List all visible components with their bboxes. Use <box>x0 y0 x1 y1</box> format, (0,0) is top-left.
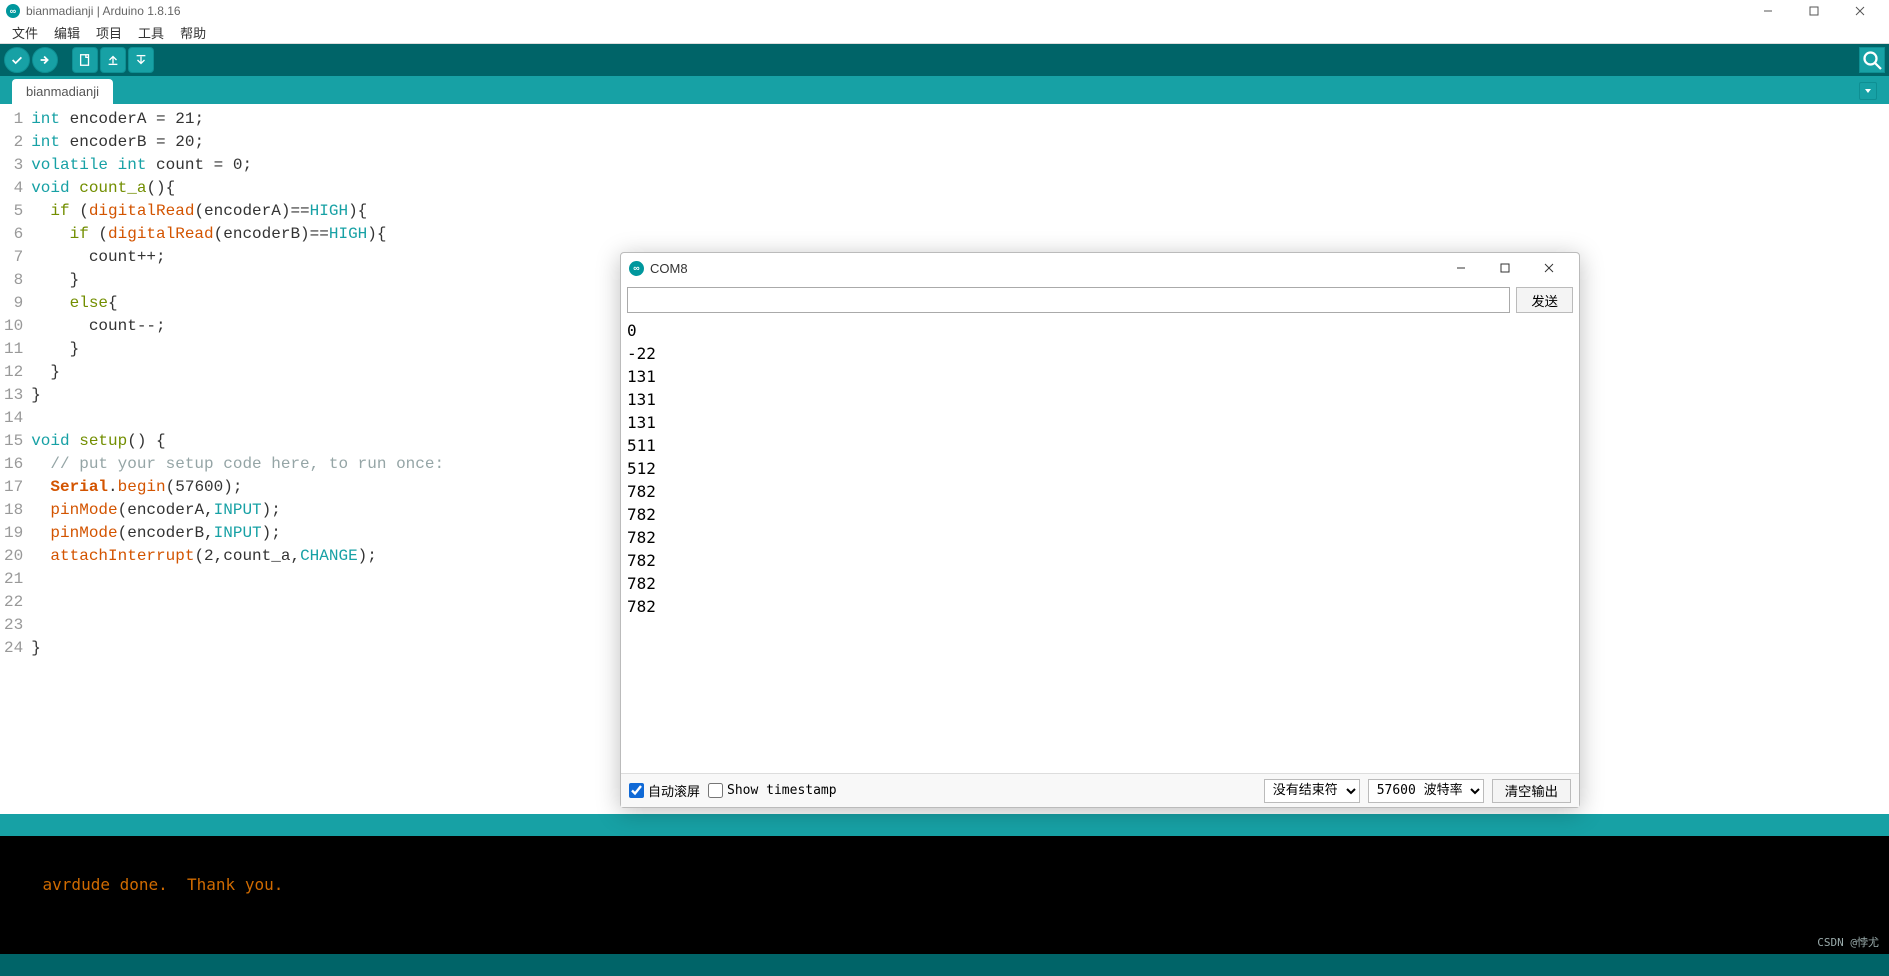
new-button[interactable] <box>72 47 98 73</box>
save-button[interactable] <box>128 47 154 73</box>
console-output[interactable]: avrdude done. Thank you. CSDN @悖尤 <box>0 834 1889 954</box>
serial-maximize-button[interactable] <box>1483 254 1527 282</box>
line-ending-select[interactable]: 没有结束符 <box>1264 779 1360 803</box>
autoscroll-checkbox[interactable]: 自动滚屏 <box>629 781 700 800</box>
toolbar <box>0 44 1889 76</box>
titlebar: ∞ bianmadianji | Arduino 1.8.16 <box>0 0 1889 22</box>
tab-menu-button[interactable] <box>1859 82 1877 100</box>
timestamp-label: Show timestamp <box>727 783 837 798</box>
serial-title: COM8 <box>650 261 688 276</box>
baud-select[interactable]: 57600 波特率 <box>1368 779 1484 803</box>
console-text: avrdude done. Thank you. <box>43 875 284 894</box>
autoscroll-label: 自动滚屏 <box>648 781 700 800</box>
status-bar <box>0 814 1889 834</box>
upload-button[interactable] <box>32 47 58 73</box>
sketch-tab-label: bianmadianji <box>26 84 99 99</box>
serial-titlebar: ∞ COM8 <box>621 253 1579 283</box>
arduino-logo-icon: ∞ <box>6 4 20 18</box>
serial-footer: 自动滚屏 Show timestamp 没有结束符 57600 波特率 清空输出 <box>621 773 1579 807</box>
footer-bar <box>0 954 1889 976</box>
tabbar: bianmadianji <box>0 76 1889 104</box>
menu-sketch[interactable]: 项目 <box>88 21 130 44</box>
arduino-logo-icon: ∞ <box>629 261 644 276</box>
maximize-button[interactable] <box>1791 0 1837 22</box>
serial-close-button[interactable] <box>1527 254 1571 282</box>
open-button[interactable] <box>100 47 126 73</box>
menu-file[interactable]: 文件 <box>4 21 46 44</box>
verify-button[interactable] <box>4 47 30 73</box>
watermark: CSDN @悖尤 <box>1817 934 1879 950</box>
serial-monitor-window: ∞ COM8 发送 0 -22 131 131 131 511 512 782 … <box>620 252 1580 808</box>
sketch-tab[interactable]: bianmadianji <box>12 79 113 104</box>
serial-minimize-button[interactable] <box>1439 254 1483 282</box>
menu-help[interactable]: 帮助 <box>172 21 214 44</box>
menu-edit[interactable]: 编辑 <box>46 21 88 44</box>
serial-send-button[interactable]: 发送 <box>1516 287 1573 313</box>
line-gutter: 123456789101112131415161718192021222324 <box>0 104 29 814</box>
serial-monitor-button[interactable] <box>1859 47 1885 73</box>
clear-output-button[interactable]: 清空输出 <box>1492 779 1571 803</box>
timestamp-input[interactable] <box>708 783 723 798</box>
autoscroll-input[interactable] <box>629 783 644 798</box>
serial-input[interactable] <box>627 287 1510 313</box>
menubar: 文件 编辑 项目 工具 帮助 <box>0 22 1889 44</box>
serial-send-row: 发送 <box>621 283 1579 317</box>
serial-output[interactable]: 0 -22 131 131 131 511 512 782 782 782 78… <box>621 317 1579 773</box>
window-title: bianmadianji | Arduino 1.8.16 <box>26 4 181 18</box>
minimize-button[interactable] <box>1745 0 1791 22</box>
menu-tools[interactable]: 工具 <box>130 21 172 44</box>
timestamp-checkbox[interactable]: Show timestamp <box>708 783 837 798</box>
close-button[interactable] <box>1837 0 1883 22</box>
